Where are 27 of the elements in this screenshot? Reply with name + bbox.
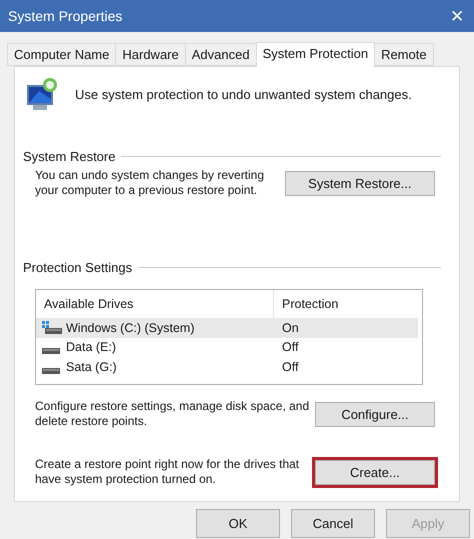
tab[interactable]: System Protection <box>256 42 376 67</box>
description-text: Create a restore point right now for the drives that have system protection turned on. <box>35 457 300 487</box>
tab[interactable]: Hardware <box>115 43 186 66</box>
drive-name: Data (E:) <box>66 340 116 354</box>
tab[interactable]: Computer Name <box>7 43 116 66</box>
dialog-button[interactable]: Cancel <box>291 509 375 538</box>
system-restore-button[interactable]: System Restore... <box>284 170 435 196</box>
description-text: Configure restore settings, manage disk space, and delete restore points. <box>35 399 310 429</box>
drive-row[interactable]: Windows (C:) (System) On <box>36 318 418 338</box>
intro-text: Use system protection to undo unwanted system changes. <box>75 86 412 102</box>
drive-row[interactable]: Data (E:) Off <box>36 338 418 357</box>
close-button[interactable]: ✕ <box>450 6 466 26</box>
drive-name: Windows (C:) (System) <box>66 320 194 335</box>
protection-status: Off <box>281 360 300 374</box>
drive-name: Sata (G:) <box>66 360 117 374</box>
group-title: System Restore <box>23 149 116 164</box>
column-header[interactable]: Protection <box>274 290 422 318</box>
tab[interactable]: Remote <box>374 43 434 66</box>
action-button[interactable]: Configure... <box>314 402 435 426</box>
tab[interactable]: Advanced <box>184 43 257 66</box>
drive-row[interactable]: Sata (G:) Off <box>36 357 418 376</box>
group-title: Protection Settings <box>23 260 132 275</box>
protection-status: On <box>281 320 300 335</box>
description-text: You can undo system changes by reverting your computer to a previous restore point. <box>35 168 266 198</box>
window-title: System Properties <box>8 8 122 24</box>
protection-status: Off <box>281 340 300 354</box>
dialog-button[interactable]: OK <box>196 509 280 538</box>
